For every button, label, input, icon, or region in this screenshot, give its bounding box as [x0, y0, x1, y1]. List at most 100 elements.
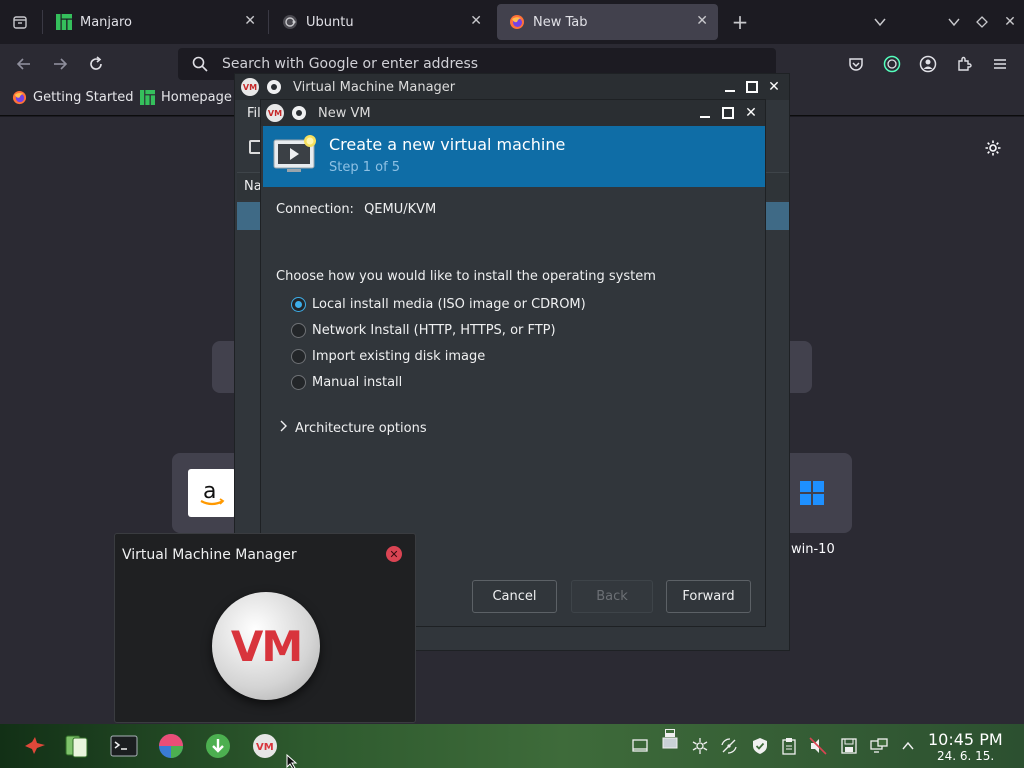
radio-local-install-media[interactable]: Local install media (ISO image or CDROM) [291, 297, 586, 312]
radio-button[interactable] [291, 349, 306, 364]
minimize-icon[interactable] [696, 104, 714, 122]
svg-text:a: a [203, 479, 216, 504]
radio-manual-install[interactable]: Manual install [291, 375, 402, 390]
account-icon[interactable] [916, 52, 940, 76]
kde-connect-icon[interactable] [691, 737, 709, 755]
clock-time[interactable]: 10:45 PM [928, 730, 1003, 749]
tab-label: Manjaro [80, 14, 133, 30]
clipboard-icon[interactable] [780, 737, 798, 755]
mouse-cursor-icon [286, 753, 298, 768]
vmm-app-icon: VM [266, 104, 284, 122]
extension-status-icon[interactable] [880, 52, 904, 76]
virt-manager-logo: VM [212, 592, 320, 700]
hamburger-menu-icon[interactable] [988, 52, 1012, 76]
pin-icon[interactable] [267, 80, 281, 94]
pin-icon[interactable] [292, 106, 306, 120]
application-menu-icon[interactable] [22, 733, 48, 759]
tab-label: Ubuntu [306, 14, 354, 30]
minimize-icon[interactable] [721, 78, 739, 96]
vmm-titlebar[interactable]: VM Virtual Machine Manager ✕ [235, 74, 789, 100]
close-tab-icon[interactable]: ✕ [470, 13, 482, 29]
ubuntu-icon [282, 14, 298, 30]
bookmark-homepage[interactable]: Homepage [140, 90, 232, 105]
wizard-step: Step 1 of 5 [329, 160, 401, 175]
solitaire-cards-icon[interactable] [64, 733, 90, 759]
close-tab-icon[interactable]: ✕ [696, 13, 708, 29]
radio-import-disk-image[interactable]: Import existing disk image [291, 349, 485, 364]
terminal-icon[interactable] [110, 733, 138, 759]
browser-tab-bar: Manjaro ✕ Ubuntu ✕ New Tab ✕ + ✕ [0, 0, 1024, 44]
logo-text: VM [230, 621, 303, 671]
chevron-right-icon [279, 420, 287, 436]
forward-button[interactable]: Forward [666, 580, 751, 613]
new-tab-button[interactable]: + [728, 10, 752, 34]
radio-button[interactable] [291, 323, 306, 338]
network-icon[interactable] [720, 737, 738, 755]
new-vm-title: New VM [318, 105, 371, 121]
forward-arrow-icon[interactable] [48, 52, 72, 76]
maximize-icon[interactable] [719, 104, 737, 122]
pocket-icon[interactable] [844, 52, 868, 76]
search-icon [192, 56, 208, 76]
close-tab-icon[interactable]: ✕ [244, 13, 256, 29]
show-desktop-icon[interactable] [631, 737, 649, 755]
connection-value: QEMU/KVM [364, 202, 437, 217]
svg-text:VM: VM [256, 742, 274, 753]
list-all-tabs-icon[interactable] [8, 10, 32, 34]
bookmark-getting-started[interactable]: Getting Started [12, 90, 134, 105]
radio-label: Local install media (ISO image or CDROM) [312, 297, 586, 312]
save-disk-icon[interactable] [840, 737, 858, 755]
close-icon[interactable]: ✕ [742, 104, 760, 122]
maximize-icon[interactable] [743, 78, 761, 96]
connection-label: Connection: [276, 202, 354, 217]
reload-icon[interactable] [84, 52, 108, 76]
manjaro-icon [56, 14, 72, 30]
gear-icon[interactable] [982, 137, 1004, 159]
architecture-options-expander[interactable]: Architecture options [279, 420, 427, 436]
bookmark-label: Homepage [161, 90, 232, 105]
wizard-banner: Create a new virtual machine Step 1 of 5 [263, 126, 765, 187]
radio-button-checked[interactable] [291, 297, 306, 312]
radio-label: Manual install [312, 375, 403, 390]
vmm-window-title: Virtual Machine Manager [293, 79, 456, 95]
virt-manager-taskbar-icon[interactable]: VM [252, 733, 278, 759]
bookmark-label: Getting Started [33, 90, 134, 105]
display-configuration-icon[interactable] [870, 737, 888, 755]
windows-icon [800, 481, 824, 505]
removable-device-icon[interactable] [661, 729, 679, 749]
extensions-puzzle-icon[interactable] [952, 52, 976, 76]
close-notification-icon[interactable]: ✕ [386, 546, 402, 562]
maximize-icon[interactable] [970, 10, 994, 34]
notification-title: Virtual Machine Manager [122, 547, 297, 563]
chevron-down-icon[interactable] [868, 10, 892, 34]
shield-icon[interactable] [751, 737, 769, 755]
browser-globe-icon[interactable] [158, 733, 184, 759]
close-icon[interactable]: ✕ [765, 78, 783, 96]
radio-label: Import existing disk image [312, 349, 486, 364]
virtual-machine-monitor-icon [273, 134, 319, 176]
close-window-icon[interactable]: ✕ [998, 10, 1022, 34]
tab-separator [42, 10, 43, 34]
url-placeholder: Search with Google or enter address [222, 56, 479, 72]
radio-network-install[interactable]: Network Install (HTTP, HTTPS, or FTP) [291, 323, 556, 338]
volume-muted-icon[interactable] [809, 737, 827, 755]
clock-date[interactable]: 24. 6. 15. [937, 749, 994, 763]
tab-label: New Tab [533, 14, 588, 30]
back-arrow-icon[interactable] [12, 52, 36, 76]
cancel-button[interactable]: Cancel [472, 580, 557, 613]
amazon-icon: a [188, 469, 236, 517]
tab-new-tab[interactable]: New Tab ✕ [497, 4, 718, 40]
taskbar: VM 10:45 PM 24. 6. 15. [0, 724, 1024, 768]
back-button[interactable]: Back [571, 580, 653, 613]
software-updater-icon[interactable] [205, 733, 231, 759]
chevron-up-icon[interactable] [899, 737, 917, 755]
manjaro-icon [140, 90, 155, 105]
radio-button[interactable] [291, 375, 306, 390]
firefox-icon [12, 90, 27, 105]
tab-manjaro[interactable]: Manjaro ✕ [44, 4, 266, 40]
file-menu[interactable]: Fil [247, 106, 261, 121]
radio-label: Network Install (HTTP, HTTPS, or FTP) [312, 323, 556, 338]
minimize-icon[interactable] [942, 10, 966, 34]
tab-ubuntu[interactable]: Ubuntu ✕ [270, 4, 492, 40]
new-vm-titlebar[interactable]: VM New VM ✕ [261, 100, 765, 126]
